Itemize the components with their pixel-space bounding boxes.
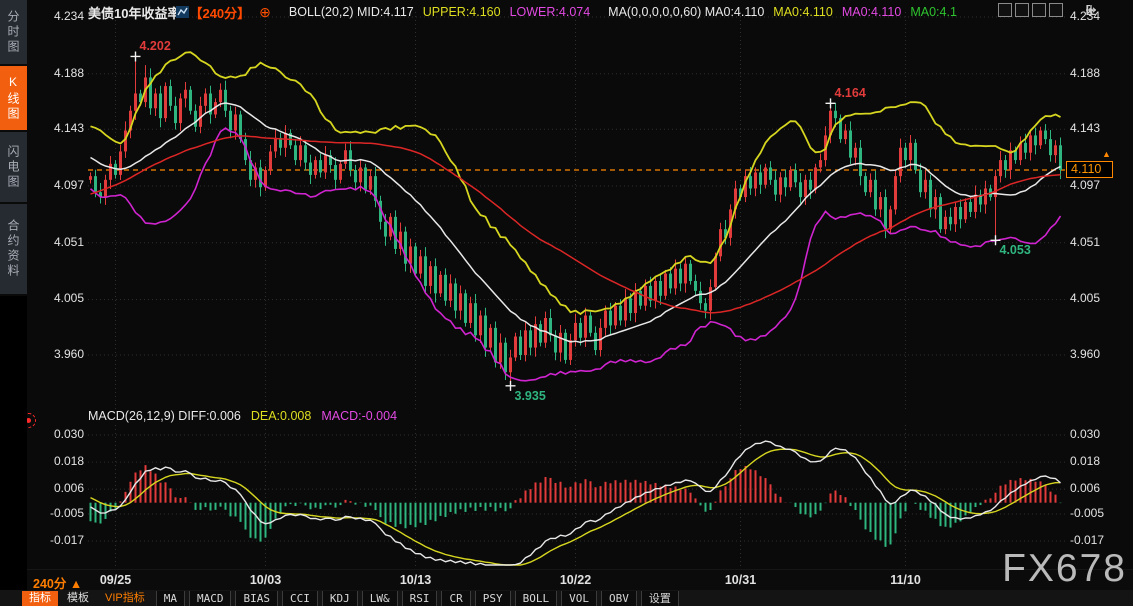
main-axis-label: 4.234 bbox=[30, 9, 84, 23]
date-label: 10/31 bbox=[717, 573, 765, 587]
indicator-tab-cr[interactable]: CR bbox=[441, 591, 470, 606]
macd-chart-plot[interactable] bbox=[88, 425, 1065, 568]
macd-axis-label: 0.018 bbox=[1070, 454, 1130, 468]
price-annotation: 4.202 bbox=[140, 39, 171, 53]
macd-header-label: MACD(26,12,9) DIFF:0.006 bbox=[88, 409, 241, 423]
sidebar-tab-flash-chart[interactable]: 闪电图 bbox=[0, 132, 27, 204]
main-axis-label: 3.960 bbox=[30, 347, 84, 361]
macd-axis-label: -0.005 bbox=[1070, 506, 1130, 520]
main-axis-label: 4.051 bbox=[30, 235, 84, 249]
date-axis: 240分 ▲ 09/2510/0310/1310/2210/3111/10 bbox=[0, 569, 1133, 591]
zoom-axis-right-button[interactable] bbox=[1032, 3, 1046, 17]
macd-axis-label: 0.006 bbox=[30, 481, 84, 495]
header-label: BOLL(20,2) MID:4.117 bbox=[289, 5, 414, 19]
current-price-value: 4.110 bbox=[1071, 162, 1101, 176]
price-annotation: 3.935 bbox=[515, 389, 546, 403]
date-label: 10/13 bbox=[392, 573, 440, 587]
main-axis-label: 4.005 bbox=[30, 291, 84, 305]
header-label: LOWER:4.074 bbox=[510, 5, 591, 19]
indicator-tab-macd[interactable]: MACD bbox=[189, 591, 232, 606]
header-label: UPPER:4.160 bbox=[423, 5, 501, 19]
macd-axis-label: 0.006 bbox=[1070, 481, 1130, 495]
app-window: 分时图K线图闪电图合约资料 美债10年收益率【240分】 ⊕ BOLL(20,2) … bbox=[0, 0, 1133, 606]
template-button[interactable]: 模板 bbox=[60, 591, 96, 606]
date-label: 10/03 bbox=[242, 573, 290, 587]
main-axis-label: 4.097 bbox=[1070, 178, 1130, 192]
indicator-tab-cci[interactable]: CCI bbox=[282, 591, 318, 606]
chart-header: 美债10年收益率【240分】 ⊕ BOLL(20,2) MID:4.117 UPPER… bbox=[88, 3, 957, 21]
price-annotation: 4.053 bbox=[1000, 243, 1031, 257]
main-axis-label: 4.188 bbox=[30, 66, 84, 80]
header-label: MA0:4.1 bbox=[910, 5, 957, 19]
sidebar: 分时图K线图闪电图合约资料 bbox=[0, 0, 27, 590]
price-annotation: 4.164 bbox=[835, 86, 866, 100]
exit-fullscreen-button[interactable] bbox=[1049, 3, 1063, 17]
main-chart-plot[interactable] bbox=[88, 0, 1065, 417]
current-price-badge: 4.110 bbox=[1066, 161, 1113, 178]
date-label: 10/22 bbox=[552, 573, 600, 587]
indicator-button[interactable]: 指标 bbox=[22, 591, 58, 606]
price-up-arrow-icon: ▲ bbox=[1102, 149, 1111, 159]
indicator-tab-bias[interactable]: BIAS bbox=[235, 591, 278, 606]
main-axis-label: 4.188 bbox=[1070, 66, 1130, 80]
main-axis-label: 4.234 bbox=[1070, 9, 1130, 23]
macd-header-label: MACD:-0.004 bbox=[321, 409, 397, 423]
indicator-tab-rsi[interactable]: RSI bbox=[402, 591, 438, 606]
indicator-tab-psy[interactable]: PSY bbox=[475, 591, 511, 606]
macd-axis-label: -0.017 bbox=[30, 533, 84, 547]
sidebar-tab-time-chart[interactable]: 分时图 bbox=[0, 0, 27, 66]
macd-axis-label: 0.030 bbox=[1070, 427, 1130, 441]
header-label: 美债10年收益率 bbox=[88, 3, 180, 22]
header-label: MA(0,0,0,0,0,60) MA0:4.110 bbox=[608, 5, 764, 19]
indicator-tab-settings[interactable]: 设置 bbox=[641, 591, 679, 606]
bottom-toolbar: 指标模板VIP指标 MA MACDBIAS CCI KDJ LW&RSICR PSY BOLL… bbox=[0, 590, 1133, 606]
date-label: 09/25 bbox=[92, 573, 140, 587]
header-label: MA0:4.110 bbox=[842, 5, 902, 19]
chart-tool-buttons bbox=[998, 3, 1063, 17]
zoom-axis-left-button[interactable] bbox=[1015, 3, 1029, 17]
indicator-tab-lw[interactable]: LW& bbox=[362, 591, 398, 606]
main-axis-label: 4.051 bbox=[1070, 235, 1130, 249]
date-label: 11/10 bbox=[882, 573, 930, 587]
macd-axis-label: -0.005 bbox=[30, 506, 84, 520]
indicator-tab-vol[interactable]: VOL bbox=[561, 591, 597, 606]
macd-axis-label: -0.017 bbox=[1070, 533, 1130, 547]
macd-axis-label: 0.018 bbox=[30, 454, 84, 468]
macd-header: MACD(26,12,9) DIFF:0.006 DEA:0.008 MACD:-0… bbox=[88, 409, 397, 423]
header-label: MA0:4.110 bbox=[773, 5, 833, 19]
macd-axis-label: 0.030 bbox=[30, 427, 84, 441]
fx678-watermark: FX678 bbox=[1002, 547, 1127, 591]
main-axis-label: 3.960 bbox=[1070, 347, 1130, 361]
indicator-tab-kdj[interactable]: KDJ bbox=[322, 591, 358, 606]
main-axis-label: 4.097 bbox=[30, 178, 84, 192]
header-label: 【240分】 bbox=[189, 3, 250, 22]
vip-indicator-button[interactable]: VIP指标 bbox=[98, 591, 152, 606]
main-axis-label: 4.005 bbox=[1070, 291, 1130, 305]
crosshair-tool-button[interactable] bbox=[998, 3, 1012, 17]
main-axis-label: 4.143 bbox=[1070, 121, 1130, 135]
indicator-tab-obv[interactable]: OBV bbox=[601, 591, 637, 606]
plus-circle-icon[interactable]: ⊕ bbox=[259, 4, 271, 21]
indicator-tab-boll[interactable]: BOLL bbox=[515, 591, 558, 606]
indicator-tab-ma[interactable]: MA bbox=[156, 591, 185, 606]
macd-header-label: DEA:0.008 bbox=[251, 409, 311, 423]
main-axis-label: 4.143 bbox=[30, 121, 84, 135]
sidebar-tab-kline-chart[interactable]: K线图 bbox=[0, 66, 27, 132]
sidebar-tab-contract-info[interactable]: 合约资料 bbox=[0, 204, 27, 296]
